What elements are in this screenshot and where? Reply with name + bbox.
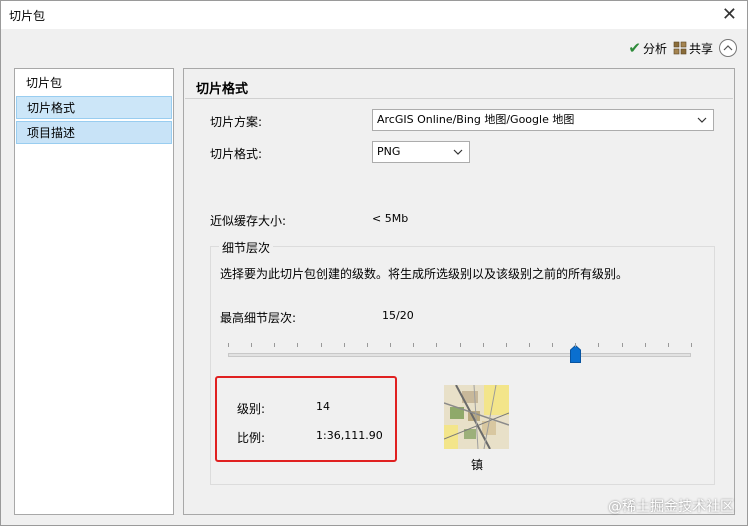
sidebar-item-label: 切片包 <box>26 76 63 90</box>
group-title: 细节层次 <box>219 239 274 256</box>
slider-tick <box>460 343 461 347</box>
slider-tick <box>251 343 252 347</box>
slider-tick <box>506 343 507 347</box>
lod-description: 选择要为此切片包创建的级数。将生成所选级别以及该级别之前的所有级别。 <box>220 267 629 281</box>
tiling-scheme-label: 切片方案: <box>210 115 263 129</box>
slider-tick <box>691 343 692 347</box>
chevron-down-icon <box>697 110 707 138</box>
divider <box>185 98 733 99</box>
tile-format-value: PNG <box>377 145 401 158</box>
slider-tick <box>413 343 414 347</box>
title-bar: 切片包 ✕ <box>1 1 747 29</box>
level-value: 14 <box>316 400 330 413</box>
map-preview-image <box>444 385 509 449</box>
slider-tick <box>390 343 391 347</box>
scale-value: 1:36,111.90 <box>316 429 383 442</box>
tile-format-select[interactable]: PNG <box>372 141 470 163</box>
share-package-icon <box>673 41 687 55</box>
window-title: 切片包 <box>9 9 46 23</box>
tiling-scheme-value: ArcGIS Online/Bing 地图/Google 地图 <box>377 113 575 126</box>
checkmark-icon: ✔ <box>628 39 641 57</box>
level-scale-highlight: 级别: 14 比例: 1:36,111.90 <box>215 376 397 462</box>
slider-tick <box>552 343 553 347</box>
max-lod-value: 15/20 <box>382 309 414 322</box>
toolbar: ✔ 分析 共享 <box>628 37 737 59</box>
slider-tick <box>321 343 322 347</box>
chevron-down-icon <box>453 142 463 170</box>
max-lod-label: 最高细节层次: <box>220 311 297 325</box>
analyze-label: 分析 <box>642 41 667 56</box>
tile-package-dialog: 切片包 ✕ ✔ 分析 共享 切片包 切片格式 项目描述 切片格式 切片方案: A… <box>0 0 748 526</box>
tile-format-panel: 切片格式 切片方案: ArcGIS Online/Bing 地图/Google … <box>183 68 735 515</box>
page-title: 切片格式 <box>196 82 249 97</box>
analyze-button[interactable]: ✔ 分析 <box>628 39 667 57</box>
slider-tick <box>529 343 530 347</box>
watermark: @稀土掘金技术社区 <box>608 499 734 515</box>
sidebar-item-tile-package[interactable]: 切片包 <box>16 72 172 95</box>
lod-slider-track[interactable] <box>228 353 691 357</box>
slider-tick <box>274 343 275 347</box>
slider-tick <box>668 343 669 347</box>
tile-format-label: 切片格式: <box>210 147 263 161</box>
slider-tick <box>575 343 576 347</box>
sidebar-item-label: 项目描述 <box>27 126 76 140</box>
slider-tick <box>344 343 345 347</box>
slider-tick <box>367 343 368 347</box>
lod-slider-thumb[interactable] <box>570 345 581 363</box>
level-label: 级别: <box>237 402 266 416</box>
slider-tick <box>483 343 484 347</box>
tiling-scheme-select[interactable]: ArcGIS Online/Bing 地图/Google 地图 <box>372 109 714 131</box>
sidebar-item-tile-format[interactable]: 切片格式 <box>16 96 172 119</box>
sidebar: 切片包 切片格式 项目描述 <box>14 68 174 515</box>
slider-tick <box>645 343 646 347</box>
sidebar-item-item-description[interactable]: 项目描述 <box>16 121 172 144</box>
sidebar-item-label: 切片格式 <box>27 101 76 115</box>
collapse-chevron-up-icon[interactable] <box>719 39 737 57</box>
slider-tick <box>598 343 599 347</box>
slider-tick <box>297 343 298 347</box>
slider-tick <box>622 343 623 347</box>
share-button[interactable]: 共享 <box>673 40 713 57</box>
share-label: 共享 <box>688 41 713 56</box>
cache-size-value: < 5Mb <box>372 212 409 225</box>
slider-tick <box>228 343 229 347</box>
slider-tick <box>436 343 437 347</box>
scale-label: 比例: <box>237 431 266 445</box>
cache-size-label: 近似缓存大小: <box>210 214 287 228</box>
preview-caption: 镇 <box>471 458 484 472</box>
close-icon[interactable]: ✕ <box>722 4 737 25</box>
